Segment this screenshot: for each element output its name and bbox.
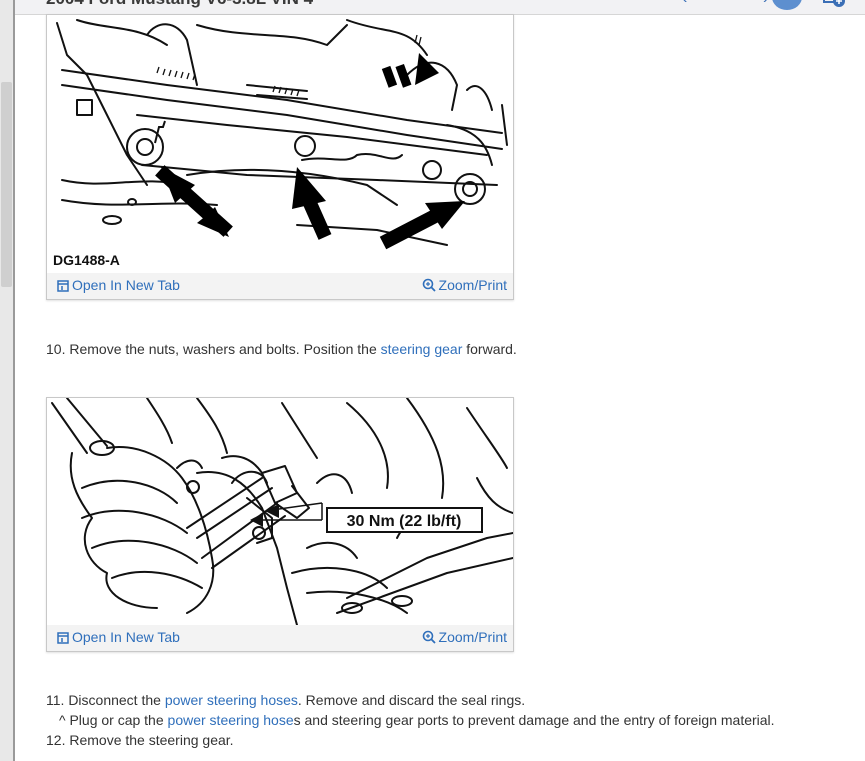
- open-in-new-tab-label: Open In New Tab: [72, 629, 180, 645]
- power-steering-hose-link[interactable]: power steering hose: [168, 712, 294, 728]
- step-11-note: ^ Plug or cap the power steering hoses a…: [59, 712, 775, 728]
- open-in-new-tab-icon: [57, 632, 69, 644]
- page-title: 2004 Ford Mustang V6-3.8L VIN 4: [46, 0, 313, 9]
- steering-gear-diagram: DG1488-A: [53, 19, 508, 268]
- power-steering-diagram: 30 Nm (22 lb/ft): [51, 398, 513, 625]
- zoom-print-label: Zoom/Print: [438, 629, 507, 645]
- step-11-text-end: . Remove and discard the seal rings.: [297, 692, 526, 708]
- zoom-print-label: Zoom/Print: [438, 277, 507, 293]
- step-12: 12. Remove the steering gear.: [46, 732, 234, 748]
- user-avatar-icon[interactable]: [772, 0, 802, 10]
- panel-divider: [13, 0, 15, 761]
- step-11: 11. Disconnect the power steering hoses.…: [46, 692, 525, 708]
- step-11-note-text: ^ Plug or cap the: [59, 712, 168, 728]
- open-in-new-tab-icon: [57, 280, 69, 292]
- open-in-new-tab-link[interactable]: Open In New Tab: [57, 277, 180, 293]
- figure-caption: DG1488-A: [53, 252, 120, 268]
- next-chevron-icon[interactable]: ›: [763, 0, 768, 8]
- zoom-print-link[interactable]: Zoom/Print: [422, 277, 507, 293]
- steering-gear-link[interactable]: steering gear: [381, 341, 463, 357]
- prev-chevron-icon[interactable]: ‹: [682, 0, 687, 8]
- power-steering-hoses-link[interactable]: power steering hoses: [165, 692, 298, 708]
- zoom-icon: [422, 278, 436, 292]
- figure-toolbar: Open In New Tab Zoom/Print: [47, 273, 513, 299]
- zoom-icon: [422, 630, 436, 644]
- figure-power-steering-hoses: 30 Nm (22 lb/ft) Open In New Tab Zoom/Pr…: [46, 397, 514, 652]
- header-bar: 2004 Ford Mustang V6-3.8L VIN 4 ‹ ›: [15, 0, 865, 15]
- zoom-print-link[interactable]: Zoom/Print: [422, 629, 507, 645]
- step-10: 10. Remove the nuts, washers and bolts. …: [46, 341, 517, 357]
- figure-toolbar: Open In New Tab Zoom/Print: [47, 625, 513, 651]
- open-in-new-tab-link[interactable]: Open In New Tab: [57, 629, 180, 645]
- add-tab-icon[interactable]: [823, 0, 845, 9]
- step-10-text: 10. Remove the nuts, washers and bolts. …: [46, 341, 381, 357]
- step-10-text-end: forward.: [462, 341, 517, 357]
- torque-callout: 30 Nm (22 lb/ft): [347, 513, 462, 530]
- open-in-new-tab-label: Open In New Tab: [72, 277, 180, 293]
- scrollbar-thumb[interactable]: [1, 82, 12, 287]
- step-11-note-text-end: s and steering gear ports to prevent dam…: [293, 712, 775, 728]
- left-scrollbar[interactable]: [0, 0, 13, 761]
- figure-steering-gear-bolts: DG1488-A Open In New Tab Zoom/Print: [46, 14, 514, 300]
- step-11-text: 11. Disconnect the: [46, 692, 165, 708]
